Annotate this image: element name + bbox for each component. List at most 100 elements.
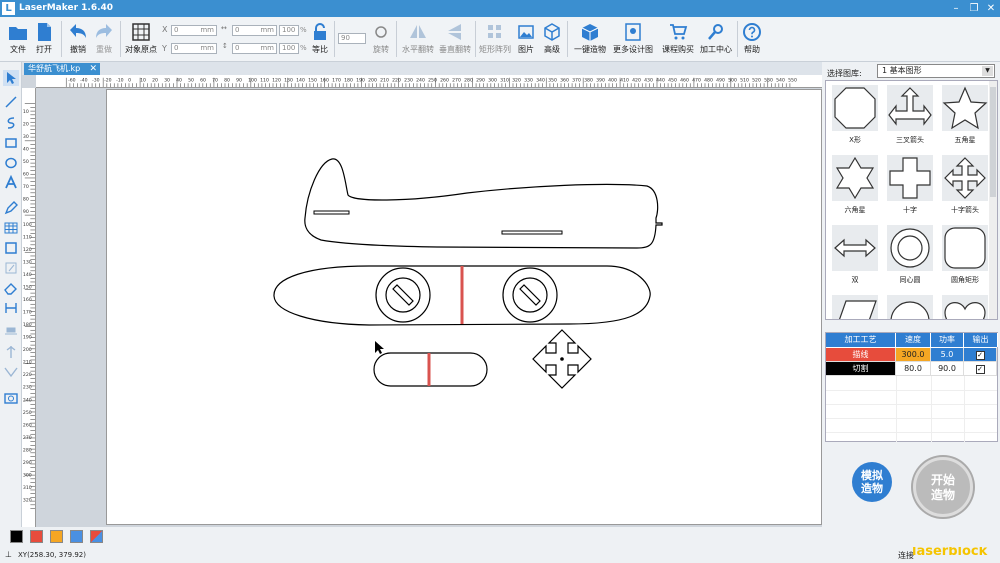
speed-cell[interactable]: 80.0 <box>896 362 931 376</box>
power-cell[interactable]: 5.0 <box>931 348 964 362</box>
ruler-tick-label: 190 <box>356 77 365 83</box>
proportional-lock-button[interactable]: 等比 <box>309 20 331 60</box>
advanced-button[interactable]: 高级 <box>541 20 563 60</box>
output-checkbox[interactable]: ✓ <box>964 348 997 362</box>
shape-item-parallelogram[interactable] <box>828 293 882 319</box>
app-logo-icon: L <box>2 2 15 15</box>
measure-tool-icon[interactable] <box>3 300 19 316</box>
pen-tool-icon[interactable] <box>3 200 19 216</box>
ruler-tick-label: 320 <box>512 77 521 83</box>
align-tool-icon[interactable] <box>3 324 19 340</box>
speed-cell[interactable]: 300.0 <box>896 348 931 362</box>
height-input[interactable]: 0 mm <box>232 43 277 54</box>
one-click-build-button[interactable]: 一键造物 <box>572 20 608 60</box>
frame-tool-icon[interactable] <box>3 240 19 256</box>
shape-grid-scrollbar[interactable] <box>989 81 997 319</box>
ruler-tick-label: 370 <box>572 77 581 83</box>
color-swatch-more[interactable] <box>90 530 103 543</box>
shape-item-five-star[interactable]: 五角星 <box>938 83 992 151</box>
ellipse-tool-icon[interactable] <box>3 155 19 171</box>
ruler-tick-label: 440 <box>656 77 665 83</box>
text-tool-icon[interactable] <box>3 175 19 191</box>
array-label: 矩形阵列 <box>479 45 511 54</box>
ruler-tick-label: 230 <box>23 385 32 391</box>
shape-item-cross-arrow[interactable]: 十字箭头 <box>938 153 992 221</box>
shape-item-heart[interactable] <box>938 293 992 319</box>
process-cell[interactable]: 切割 <box>826 362 896 376</box>
ruler-tick-label: 220 <box>23 372 32 378</box>
shape-item-circle[interactable] <box>883 293 937 319</box>
cross-arrow-center-dot <box>560 357 564 361</box>
redo-button[interactable]: 重做 <box>92 20 116 60</box>
shape-item-concentric-circle[interactable]: 同心圆 <box>883 223 937 291</box>
power-cell[interactable]: 90.0 <box>931 362 964 376</box>
process-cell[interactable]: 描线 <box>826 348 896 362</box>
design-canvas[interactable] <box>106 89 822 525</box>
object-origin-button[interactable]: 对象原点 <box>124 20 158 60</box>
shape-item-double-arrow[interactable]: 双 <box>828 223 882 291</box>
shape-library-select[interactable]: 1 基本图形 ▼ <box>877 64 995 78</box>
tab-close-icon[interactable]: ✕ <box>89 63 97 75</box>
restore-button[interactable]: ❐ <box>966 1 982 16</box>
x-shape-icon <box>832 85 878 131</box>
simulate-build-button[interactable]: 模拟 造物 <box>852 462 892 502</box>
shape-item-rounded-rect[interactable]: 圆角矩形 <box>938 223 992 291</box>
edit-node-icon[interactable] <box>3 260 19 276</box>
horizontal-flip-button[interactable]: 水平翻转 <box>400 20 436 60</box>
close-button[interactable]: ✕ <box>983 1 999 16</box>
shape-item-cross[interactable]: 十字 <box>883 153 937 221</box>
ruler-tick-label: 110 <box>23 234 32 240</box>
open-button[interactable]: 打开 <box>32 20 56 60</box>
combine-tool-icon[interactable] <box>3 364 19 380</box>
color-swatch-red[interactable] <box>30 530 43 543</box>
vertical-flip-button[interactable]: 垂直翻转 <box>437 20 473 60</box>
curve-tool-icon[interactable] <box>3 115 19 131</box>
redo-label: 重做 <box>96 45 112 54</box>
scrollbar-thumb[interactable] <box>990 87 996 197</box>
file-button[interactable]: 文件 <box>6 20 30 60</box>
ruler-tick-label: 310 <box>500 77 509 83</box>
buy-course-button[interactable]: 课程购买 <box>660 20 696 60</box>
line-tool-icon[interactable] <box>3 94 19 110</box>
rotate-angle-select[interactable]: 90 <box>338 33 366 44</box>
rectangle-tool-icon[interactable] <box>3 135 19 151</box>
height-percent-input[interactable]: 100 <box>279 43 299 54</box>
shape-item-x[interactable]: X形 <box>828 83 882 151</box>
rect-array-button[interactable]: 矩形阵列 <box>478 20 512 60</box>
ruler-tick-label: 520 <box>752 77 761 83</box>
six-star-icon <box>832 155 878 201</box>
rotate-button[interactable]: 旋转 <box>370 20 392 60</box>
ruler-tick-label: 210 <box>23 360 32 366</box>
document-tab[interactable]: 华舒航飞机.kp ✕ <box>24 63 100 75</box>
shape-item-six-star[interactable]: 六角星 <box>828 153 882 221</box>
table-tool-icon[interactable] <box>3 220 19 236</box>
camera-tool-icon[interactable] <box>3 390 19 406</box>
color-swatch-black[interactable] <box>10 530 23 543</box>
canvas-drawing <box>273 158 663 389</box>
minimize-button[interactable]: – <box>948 1 964 16</box>
x-input[interactable]: 0 mm <box>171 25 217 36</box>
ruler-tick-label: 140 <box>296 77 305 83</box>
color-swatch-blue[interactable] <box>70 530 83 543</box>
eraser-tool-icon[interactable] <box>3 280 19 296</box>
shape-library-grid: X形 三叉箭头 五角星 六角星 十字 十字箭头 双 同心圆 圆角矩形 <box>825 80 998 320</box>
more-designs-button[interactable]: 更多设计图 <box>612 20 654 60</box>
output-checkbox[interactable]: ✓ <box>964 362 997 376</box>
ruler-tick-label: 280 <box>464 77 473 83</box>
width-input[interactable]: 0 mm <box>232 25 277 36</box>
width-percent-input[interactable]: 100 <box>279 25 299 36</box>
distribute-tool-icon[interactable] <box>3 344 19 360</box>
help-button[interactable]: 帮助 <box>741 20 763 60</box>
undo-button[interactable]: 撤销 <box>66 20 90 60</box>
ruler-tick-label: 160 <box>320 77 329 83</box>
shape-item-three-way-arrow[interactable]: 三叉箭头 <box>883 83 937 151</box>
y-input[interactable]: 0 mm <box>171 43 217 54</box>
start-build-button[interactable]: 开始 造物 <box>913 457 973 517</box>
image-button[interactable]: 图片 <box>515 20 537 60</box>
color-swatch-orange[interactable] <box>50 530 63 543</box>
select-pointer-icon[interactable] <box>3 70 19 86</box>
ruler-tick-label: 330 <box>524 77 533 83</box>
processing-center-button[interactable]: 加工中心 <box>698 20 734 60</box>
ruler-tick-label: 200 <box>23 347 32 353</box>
col-output: 输出 <box>964 333 998 347</box>
